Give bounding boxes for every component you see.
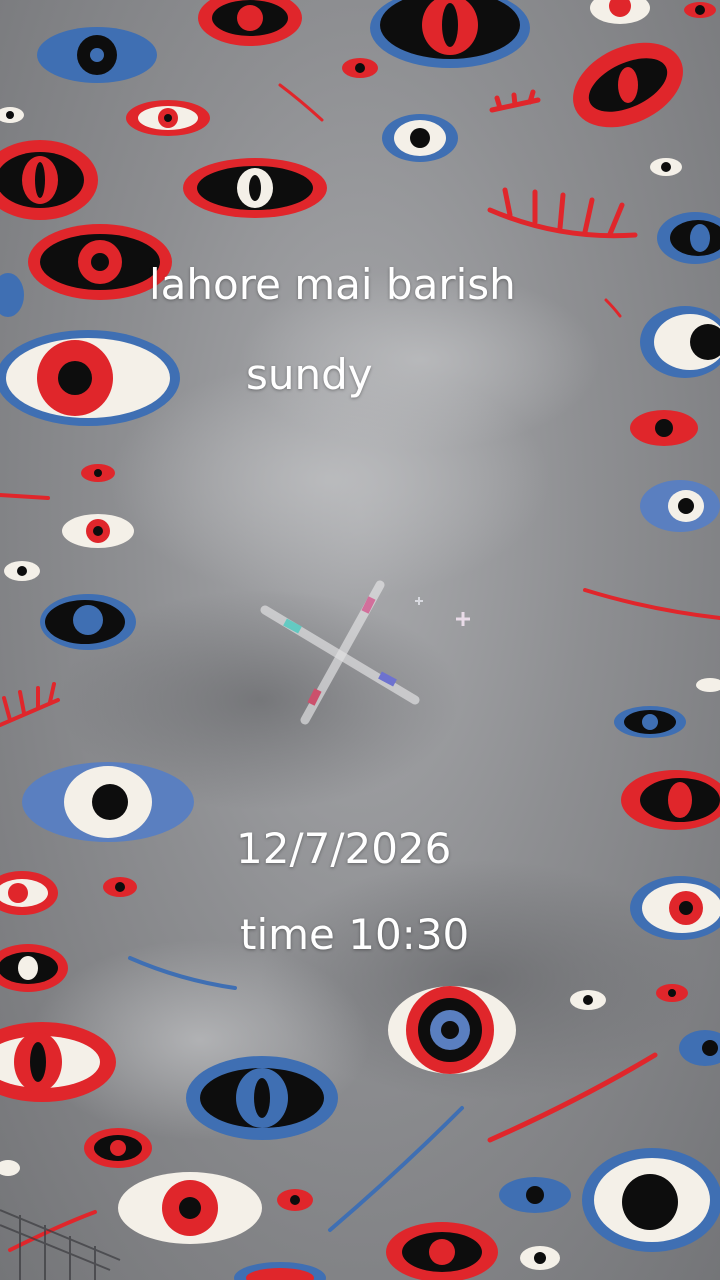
- eye-decoration: [0, 330, 180, 426]
- eye-decoration: [234, 1262, 326, 1280]
- eye-decoration: [630, 410, 698, 446]
- eye-decoration: [342, 58, 378, 78]
- eye-decoration: [657, 212, 720, 264]
- eye-decoration: [0, 107, 24, 123]
- eye-decoration: [499, 1177, 571, 1213]
- eye-decoration: [22, 762, 194, 842]
- eye-decoration: [37, 27, 157, 83]
- eye-decoration: [0, 871, 58, 915]
- eye-decoration: [382, 114, 458, 162]
- caption-line-1: lahore mai barish: [149, 260, 516, 309]
- eye-decoration: [656, 984, 688, 1002]
- eye-decoration: [388, 986, 516, 1074]
- eye-decoration: [590, 0, 650, 24]
- eye-decoration: [4, 561, 40, 581]
- eye-decoration: [386, 1222, 498, 1280]
- eye-decoration: [679, 1030, 720, 1066]
- eye-decoration: [198, 0, 302, 46]
- eye-decoration: [650, 158, 682, 176]
- eye-decoration: [0, 140, 98, 220]
- eye-decoration: [582, 1148, 720, 1252]
- eye-decoration: [614, 706, 686, 738]
- eye-decoration: [696, 678, 720, 692]
- eye-decoration: [621, 770, 720, 830]
- eye-decoration: [570, 990, 606, 1010]
- eye-decoration: [520, 1246, 560, 1270]
- eye-decoration: [277, 1189, 313, 1211]
- eye-decoration: [62, 514, 134, 548]
- eye-decoration: [40, 594, 136, 650]
- eye-decoration: [126, 100, 210, 136]
- eye-decoration: [640, 480, 720, 532]
- eye-decoration: [0, 944, 68, 992]
- eye-decoration: [186, 1056, 338, 1140]
- eye-decoration: [0, 273, 24, 317]
- eye-decoration: [0, 1160, 20, 1176]
- caption-line-2: sundy: [246, 350, 373, 399]
- eye-decoration: [640, 306, 720, 378]
- date-text: 12/7/2026: [236, 824, 452, 873]
- eye-decoration: [81, 464, 115, 482]
- eye-decoration: [370, 0, 530, 68]
- eye-decoration: [103, 877, 137, 897]
- eye-decoration: [573, 42, 683, 128]
- eye-pattern-artwork: [0, 0, 720, 1280]
- time-text: time 10:30: [240, 910, 470, 959]
- eye-decoration: [183, 158, 327, 218]
- eye-decoration: [684, 2, 716, 18]
- eye-decoration: [118, 1172, 262, 1244]
- eye-decoration: [84, 1128, 152, 1168]
